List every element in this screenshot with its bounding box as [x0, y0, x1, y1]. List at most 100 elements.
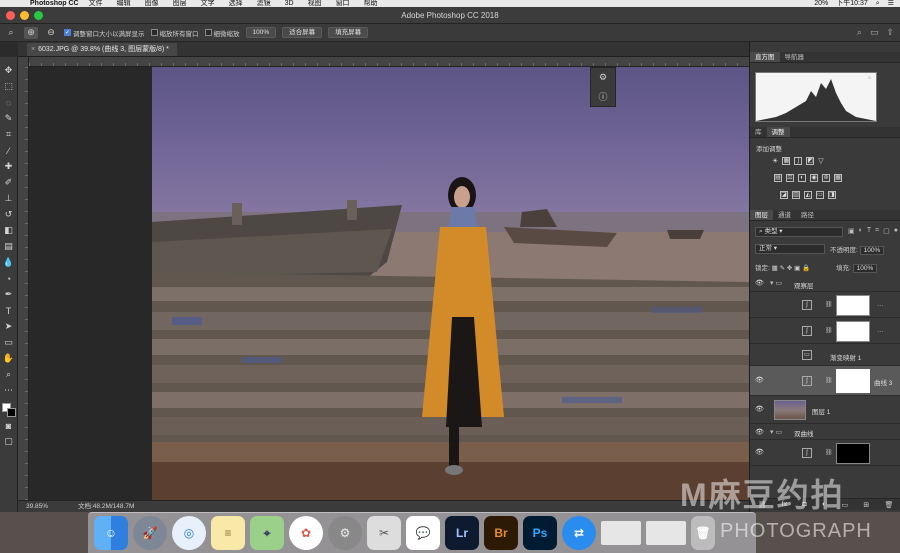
hue-saturation-icon[interactable]: ▤	[774, 174, 782, 182]
eyedropper-tool-icon[interactable]: ⁄	[2, 143, 16, 158]
preview-icon[interactable]: ✂	[367, 516, 401, 550]
fill-screen-button[interactable]: 填充屏幕	[328, 27, 369, 38]
color-lookup-icon[interactable]: ▦	[834, 174, 842, 182]
visibility-eye-icon[interactable]: 👁	[755, 376, 764, 384]
photoshop-icon[interactable]: Ps	[523, 516, 557, 550]
mask-link-icon[interactable]: ⛓	[825, 377, 833, 384]
launchpad-icon[interactable]: 🚀	[133, 516, 167, 550]
search-icon[interactable]: ⌕	[876, 0, 880, 7]
close-window-button[interactable]	[6, 11, 15, 20]
marquee-tool-icon[interactable]: ⬚	[2, 79, 16, 94]
system-preferences-icon[interactable]: ⚙	[328, 516, 362, 550]
minimize-window-button[interactable]	[20, 11, 29, 20]
lasso-tool-icon[interactable]: ◌	[2, 95, 16, 110]
info-icon[interactable]: ⓘ	[598, 90, 607, 103]
crop-tool-icon[interactable]: ⌗	[2, 127, 16, 142]
layer-curves-b[interactable]: ∫ ⛓ …	[750, 318, 900, 344]
menu-view[interactable]: 视图	[308, 0, 322, 7]
filter-pixel-icon[interactable]: ▣	[848, 227, 855, 235]
clock[interactable]: 下午10:37	[836, 0, 868, 7]
zoom-window-button[interactable]	[34, 11, 43, 20]
filter-toggle-icon[interactable]: ●	[894, 227, 898, 235]
menu-file[interactable]: 文件	[89, 0, 103, 7]
document-image[interactable]	[152, 67, 749, 500]
wechat-icon[interactable]: 💬	[406, 516, 440, 550]
mask-link-icon[interactable]: ⛓	[825, 449, 833, 456]
layer-group-double-curve[interactable]: 👁 ▾ ▭ 双曲线	[750, 424, 900, 440]
posterize-icon[interactable]: ▥	[792, 191, 800, 199]
delete-layer-icon[interactable]: 🗑	[884, 501, 893, 509]
eraser-tool-icon[interactable]: ◧	[2, 223, 16, 238]
hand-tool-icon[interactable]: ✋	[2, 351, 16, 366]
properties-icon[interactable]: ⚙	[599, 72, 607, 83]
layer-image-1[interactable]: 👁 图层 1	[750, 396, 900, 424]
lock-pixels-icon[interactable]: ▦	[772, 265, 778, 272]
visibility-eye-icon[interactable]: 👁	[755, 428, 764, 436]
layer-mask-thumbnail[interactable]	[836, 295, 870, 316]
shape-tool-icon[interactable]: ▭	[2, 335, 16, 350]
layer-gradient-map[interactable]: ▭ 渐变映射 1	[750, 344, 900, 366]
zoom-in-icon[interactable]: ⊕	[24, 26, 38, 39]
app-menu[interactable]: Photoshop CC	[30, 0, 79, 7]
lock-paint-icon[interactable]: ✎	[780, 265, 785, 272]
history-brush-tool-icon[interactable]: ↺	[2, 207, 16, 222]
curves-icon[interactable]: ∫	[794, 157, 803, 165]
battery-status[interactable]: 20%	[814, 0, 828, 7]
zoom-100-button[interactable]: 100%	[245, 27, 277, 38]
layer-mask-thumbnail[interactable]	[836, 443, 870, 464]
layer-group-observe[interactable]: 👁 ▾ ▭ 观察层	[750, 275, 900, 292]
menu-edit[interactable]: 编辑	[117, 0, 131, 7]
mask-link-icon[interactable]: ⛓	[825, 327, 833, 334]
finder-icon[interactable]: ☺	[94, 516, 128, 550]
window-thumbnail-1[interactable]	[601, 521, 641, 545]
teamviewer-icon[interactable]: ⇄	[562, 516, 596, 550]
fill-control[interactable]: 填充: 100%	[836, 262, 878, 273]
document-size-info[interactable]: 文档:48.2M/148.7M	[78, 501, 134, 512]
layer-more-icon[interactable]: …	[877, 327, 884, 334]
brush-tool-icon[interactable]: ✐	[2, 175, 16, 190]
fit-screen-button[interactable]: 适合屏幕	[282, 27, 323, 38]
layer-curves-black[interactable]: 👁 ∫ ⛓	[750, 440, 900, 466]
channel-mixer-icon[interactable]: ⊛	[822, 174, 830, 182]
quick-select-tool-icon[interactable]: ✎	[2, 111, 16, 126]
tab-paths[interactable]: 路径	[796, 210, 819, 220]
tab-adjustments[interactable]: 调整	[766, 127, 790, 137]
tab-libraries[interactable]: 库	[750, 127, 767, 137]
threshold-icon[interactable]: ◭	[804, 191, 812, 199]
zoom-level[interactable]: 39.85%	[26, 501, 48, 512]
menu-image[interactable]: 图像	[145, 0, 159, 7]
menu-window[interactable]: 窗口	[336, 0, 350, 7]
opacity-value[interactable]: 100%	[859, 246, 885, 255]
menu-type[interactable]: 文字	[201, 0, 215, 7]
more-tools-icon[interactable]: ⋯	[2, 383, 16, 398]
resize-windows-checkbox[interactable]: ✓ 调整窗口大小以满屏显示	[64, 28, 145, 38]
mask-link-icon[interactable]: ⛓	[825, 301, 833, 308]
layer-thumbnail[interactable]	[774, 400, 806, 420]
zoom-all-windows-checkbox[interactable]: 缩放所有窗口	[150, 28, 199, 38]
black-white-icon[interactable]: ◐	[798, 174, 806, 182]
share-icon[interactable]: ⇪	[886, 27, 894, 38]
trash-icon[interactable]: 🗑	[691, 516, 715, 550]
notes-icon[interactable]: ≡	[211, 516, 245, 550]
layer-mask-thumbnail[interactable]	[836, 369, 870, 393]
close-tab-icon[interactable]: ×	[31, 46, 35, 53]
document-tab[interactable]: × 6032.JPG @ 39.8% (曲线 3, 图层蒙版/8) *	[27, 43, 177, 56]
vertical-ruler[interactable]	[18, 57, 29, 500]
gradient-tool-icon[interactable]: ▤	[2, 239, 16, 254]
new-layer-icon[interactable]: ⊞	[863, 501, 869, 509]
menu-select[interactable]: 选择	[229, 0, 243, 7]
color-swatches[interactable]	[1, 403, 16, 417]
zoom-out-icon[interactable]: ⊖	[44, 27, 58, 39]
filter-adjustment-icon[interactable]: ◐	[859, 227, 863, 235]
visibility-eye-icon[interactable]: 👁	[755, 279, 764, 287]
selective-color-icon[interactable]: ◨	[828, 191, 836, 199]
gradient-map-icon[interactable]: ▭	[816, 191, 824, 199]
zoom-tool-icon[interactable]: ⌕	[2, 367, 16, 382]
tab-navigator[interactable]: 导航器	[780, 52, 810, 62]
exposure-icon[interactable]: ◩	[806, 157, 815, 165]
window-thumbnail-2[interactable]	[646, 521, 686, 545]
photo-filter-icon[interactable]: ◉	[810, 174, 818, 182]
safari-icon[interactable]: ◎	[172, 516, 206, 550]
layer-more-icon[interactable]: …	[877, 301, 884, 308]
maps-icon[interactable]: ⌖	[250, 516, 284, 550]
